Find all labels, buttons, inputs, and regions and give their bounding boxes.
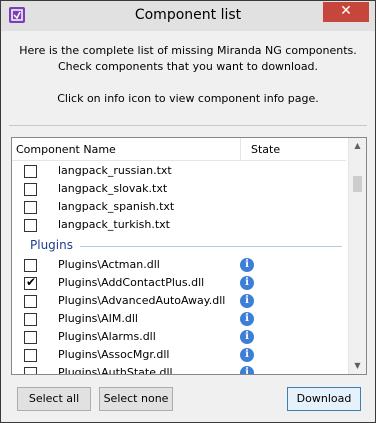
info-icon[interactable]: i: [240, 294, 254, 308]
component-checkbox[interactable]: [24, 349, 37, 362]
list-item[interactable]: Plugins\Alarms.dll i: [12, 328, 346, 346]
title-bar: Component list ✕: [1, 1, 375, 31]
component-checkbox[interactable]: [24, 313, 37, 326]
scroll-down-icon[interactable]: ▼: [349, 358, 366, 374]
list-item[interactable]: Plugins\AuthState.dll i: [12, 364, 346, 375]
component-name: Plugins\AssocMgr.dll: [58, 348, 170, 361]
list-item[interactable]: langpack_turkish.txt: [12, 216, 346, 234]
component-name: Plugins\AuthState.dll: [58, 366, 173, 375]
instructions-line-2: Click on info icon to view component inf…: [57, 92, 319, 105]
list-item[interactable]: langpack_russian.txt: [12, 162, 346, 180]
component-checkbox[interactable]: [24, 219, 37, 232]
component-checkbox[interactable]: [24, 295, 37, 308]
component-name: langpack_slovak.txt: [58, 182, 168, 195]
list-item[interactable]: ✔ Plugins\AddContactPlus.dll i: [12, 274, 346, 292]
component-name: Plugins\AdvancedAutoAway.dll: [58, 294, 226, 307]
scroll-up-icon[interactable]: ▲: [349, 138, 366, 154]
component-checkbox[interactable]: [24, 331, 37, 344]
info-icon[interactable]: i: [240, 348, 254, 362]
component-checkbox[interactable]: [24, 165, 37, 178]
component-checkbox[interactable]: [24, 201, 37, 214]
list-item[interactable]: langpack_slovak.txt: [12, 180, 346, 198]
list-item[interactable]: langpack_spanish.txt: [12, 198, 346, 216]
component-name: langpack_spanish.txt: [58, 200, 175, 213]
component-list-dialog: Component list ✕ Here is the complete li…: [0, 0, 376, 423]
group-header-plugins: Plugins: [12, 234, 346, 256]
separator: [9, 125, 367, 126]
instructions: Here is the complete list of missing Mir…: [9, 43, 367, 107]
component-name: langpack_russian.txt: [58, 164, 172, 177]
column-divider[interactable]: [240, 138, 241, 160]
list-item[interactable]: Plugins\AdvancedAutoAway.dll i: [12, 292, 346, 310]
component-name: Plugins\Actman.dll: [58, 258, 160, 271]
select-all-button[interactable]: Select all: [17, 387, 91, 411]
vertical-scrollbar[interactable]: ▲ ▼: [348, 138, 366, 374]
component-checkbox[interactable]: ✔: [24, 275, 37, 290]
component-name: Plugins\Alarms.dll: [58, 330, 156, 343]
checkmark-icon: ✔: [26, 275, 37, 289]
list-item[interactable]: Plugins\AssocMgr.dll i: [12, 346, 346, 364]
download-button[interactable]: Download: [287, 387, 361, 411]
info-icon[interactable]: i: [240, 258, 254, 272]
component-name: langpack_turkish.txt: [58, 218, 170, 231]
dialog-content: Here is the complete list of missing Mir…: [9, 31, 367, 414]
component-checkbox[interactable]: [24, 367, 37, 374]
component-checkbox[interactable]: [24, 259, 37, 272]
list-header: Component Name State: [12, 138, 346, 161]
group-label: Plugins: [30, 238, 73, 252]
instructions-line-1: Here is the complete list of missing Mir…: [19, 44, 357, 73]
info-icon[interactable]: i: [240, 330, 254, 344]
component-list[interactable]: Component Name State langpack_russian.tx…: [11, 137, 367, 375]
component-checkbox[interactable]: [24, 183, 37, 196]
component-name: Plugins\AIM.dll: [58, 312, 138, 325]
column-header-state[interactable]: State: [251, 143, 280, 156]
window-title: Component list: [134, 7, 242, 23]
info-icon[interactable]: i: [240, 366, 254, 374]
select-none-button[interactable]: Select none: [99, 387, 173, 411]
component-name: Plugins\AddContactPlus.dll: [58, 276, 205, 289]
list-item[interactable]: Plugins\Actman.dll i: [12, 256, 346, 274]
info-icon[interactable]: i: [240, 276, 254, 290]
list-item[interactable]: Plugins\AIM.dll i: [12, 310, 346, 328]
column-header-component-name[interactable]: Component Name: [16, 143, 116, 156]
group-divider: [80, 246, 342, 247]
list-rows: langpack_russian.txt langpack_slovak.txtl…: [12, 162, 346, 375]
info-icon[interactable]: i: [240, 312, 254, 326]
scroll-thumb[interactable]: [353, 176, 362, 192]
close-button[interactable]: ✕: [323, 2, 369, 22]
